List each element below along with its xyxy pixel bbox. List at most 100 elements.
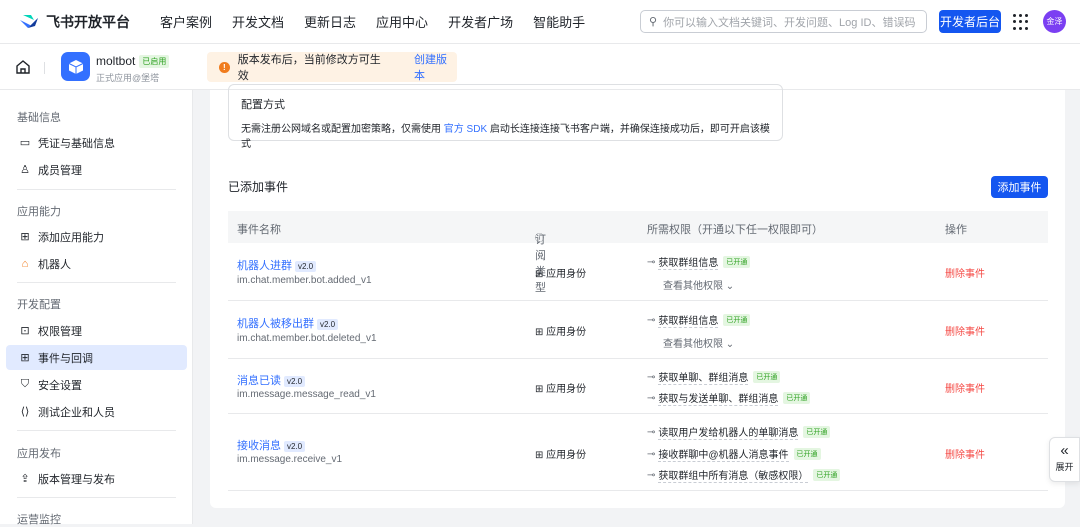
search-icon: ⚲	[649, 16, 658, 28]
permission-label[interactable]: 获取单聊、群组消息	[658, 369, 749, 385]
table-header: 事件名称 订阅类型 ⓘ 所需权限（开通以下任一权限即可） 操作	[228, 211, 1048, 294]
nav-docs[interactable]: 开发文档	[232, 12, 284, 31]
sidebar-item-label: 凭证与基础信息	[38, 137, 115, 150]
divider	[44, 62, 45, 74]
subscription-type: 应用身份	[546, 327, 587, 338]
app-status-badge: 已启用	[139, 55, 170, 69]
table-row: 消息已读 v2.0 im.message.message_read_v1 ⊞ 应用…	[228, 359, 1048, 414]
sidebar-item-label: 机器人	[38, 258, 71, 271]
view-more-permissions[interactable]: 查看其他权限 ⌄	[663, 335, 734, 350]
event-key: im.chat.member.bot.added_v1	[237, 275, 372, 286]
permission-label[interactable]: 获取群组信息	[658, 312, 719, 328]
sidebar-item-test-tenants[interactable]: ⟨⟩ 测试企业和人员	[6, 399, 187, 424]
sidebar-section-title: 基础信息	[17, 112, 61, 124]
subscription-type: 应用身份	[546, 269, 587, 280]
avatar[interactable]: 金泽	[1043, 10, 1066, 33]
config-mode-box: 配置方式 无需注册公网域名或配置加密策略，仅需使用 官方 SDK 启动长连接连接…	[228, 84, 783, 150]
event-key: im.chat.member.bot.deleted_v1	[237, 333, 377, 344]
home-icon[interactable]	[15, 60, 31, 74]
event-key: im.message.message_read_v1	[237, 389, 376, 400]
permission-status-badge: 已开通	[803, 426, 831, 438]
sidebar-item-security[interactable]: ⛉ 安全设置	[6, 372, 187, 397]
sidebar-item-label: 添加应用能力	[38, 231, 104, 244]
upload-icon: ⇪	[20, 473, 30, 485]
expand-panel-button[interactable]: « 展开	[1049, 437, 1080, 482]
delete-event-button[interactable]: 删除事件	[945, 265, 985, 280]
sidebar-item-credentials[interactable]: ▭ 凭证与基础信息	[6, 130, 187, 155]
divider	[17, 189, 176, 190]
permission-status-badge: 已开通	[723, 314, 751, 326]
permission-label[interactable]: 获取与发送单聊、群组消息	[658, 390, 779, 406]
search-input[interactable]: ⚲ 你可以输入文档关键词、开发问题、Log ID、错误码	[640, 10, 927, 33]
event-name-link[interactable]: 机器人进群	[237, 260, 292, 272]
permission-status-badge: 已开通	[783, 392, 811, 404]
column-header: 所需权限（开通以下任一权限即可）	[647, 224, 823, 236]
event-name-link[interactable]: 接收消息	[237, 440, 281, 452]
subscription-type: 应用身份	[546, 384, 587, 395]
sidebar-item-add-capability[interactable]: ⊞ 添加应用能力	[6, 224, 187, 249]
permission-label[interactable]: 读取用户发给机器人的单聊消息	[658, 424, 799, 440]
sidebar-item-label: 权限管理	[38, 325, 82, 338]
sdk-link[interactable]: 官方 SDK	[444, 124, 487, 135]
nav-customer-cases[interactable]: 客户案例	[160, 12, 212, 31]
shield-icon: ⛉	[20, 378, 30, 390]
sidebar-item-label: 事件与回调	[38, 352, 93, 365]
view-more-permissions[interactable]: 查看其他权限 ⌄	[663, 277, 734, 292]
apps-grid-icon[interactable]	[1013, 14, 1029, 30]
nav-app-center[interactable]: 应用中心	[376, 12, 428, 31]
permission-status-badge: 已开通	[753, 371, 781, 383]
version-badge: v2.0	[284, 375, 306, 387]
section-title: 已添加事件	[228, 180, 289, 194]
id-card-icon: ▭	[19, 137, 31, 149]
permission-label[interactable]: 接收群聊中@机器人消息事件	[658, 446, 789, 462]
feishu-logo-icon	[20, 14, 38, 28]
sidebar-section-title: 运营监控	[17, 514, 61, 526]
delete-event-button[interactable]: 删除事件	[945, 380, 985, 395]
sidebar-item-label: 安全设置	[38, 379, 82, 392]
version-badge: v2.0	[295, 260, 317, 272]
column-header: 事件名称	[237, 224, 281, 236]
event-key: im.message.receive_v1	[237, 454, 343, 465]
permission-label[interactable]: 获取群组信息	[658, 254, 719, 270]
key-icon: ⊸	[647, 256, 656, 268]
event-icon: ⊞	[20, 352, 30, 364]
create-version-link[interactable]: 创建版本	[414, 51, 457, 83]
sidebar-item-bot[interactable]: ⌂ 机器人	[6, 251, 187, 276]
permission-status-badge: 已开通	[813, 469, 841, 481]
delete-event-button[interactable]: 删除事件	[945, 323, 985, 338]
key-icon: ⊸	[647, 314, 656, 326]
app-identity-icon: ⊞	[535, 269, 544, 280]
robot-icon: ⌂	[21, 257, 29, 270]
event-name-link[interactable]: 消息已读	[237, 375, 281, 387]
app-identity-icon: ⊞	[535, 384, 544, 395]
events-card: 配置方式 无需注册公网域名或配置加密策略，仅需使用 官方 SDK 启动长连接连接…	[210, 84, 1065, 508]
sidebar-item-members[interactable]: ♙ 成员管理	[6, 157, 187, 182]
permission-label[interactable]: 获取群组中所有消息（敏感权限）	[658, 467, 809, 483]
config-title: 配置方式	[241, 99, 285, 111]
sidebar-item-label: 版本管理与发布	[38, 473, 115, 486]
nav-changelog[interactable]: 更新日志	[304, 12, 356, 31]
version-badge: v2.0	[284, 440, 306, 452]
event-name-link[interactable]: 机器人被移出群	[237, 318, 314, 330]
key-icon: ⊸	[647, 448, 656, 460]
expand-label: 展开	[1055, 462, 1074, 472]
nav-dev-square[interactable]: 开发者广场	[448, 12, 513, 31]
divider	[17, 497, 176, 498]
key-icon: ⊸	[647, 469, 656, 481]
brand-logo[interactable]: 飞书开放平台	[18, 12, 130, 32]
publish-notice: ! 版本发布后，当前修改方可生效 创建版本	[207, 52, 457, 82]
developer-console-button[interactable]: 开发者后台	[939, 10, 1001, 33]
subscription-type: 应用身份	[546, 450, 587, 461]
add-event-button[interactable]: 添加事件	[991, 176, 1048, 198]
user-icon: ♙	[20, 164, 30, 176]
key-icon: ⊸	[647, 371, 656, 383]
table-row: 接收消息 v2.0 im.message.receive_v1 ⊞ 应用身份 ⊸ 读…	[228, 414, 1048, 491]
sidebar-item-events[interactable]: ⊞ 事件与回调	[6, 345, 187, 370]
config-text: 无需注册公网域名或配置加密策略，仅需使用	[241, 124, 444, 135]
app-identity-icon: ⊞	[535, 327, 544, 338]
nav-assistant[interactable]: 智能助手	[533, 12, 585, 31]
chevron-down-icon: ⌄	[725, 281, 735, 292]
delete-event-button[interactable]: 删除事件	[945, 446, 985, 461]
sidebar-item-permissions[interactable]: ⊡ 权限管理	[6, 318, 187, 343]
sidebar-item-versions[interactable]: ⇪ 版本管理与发布	[6, 466, 187, 491]
